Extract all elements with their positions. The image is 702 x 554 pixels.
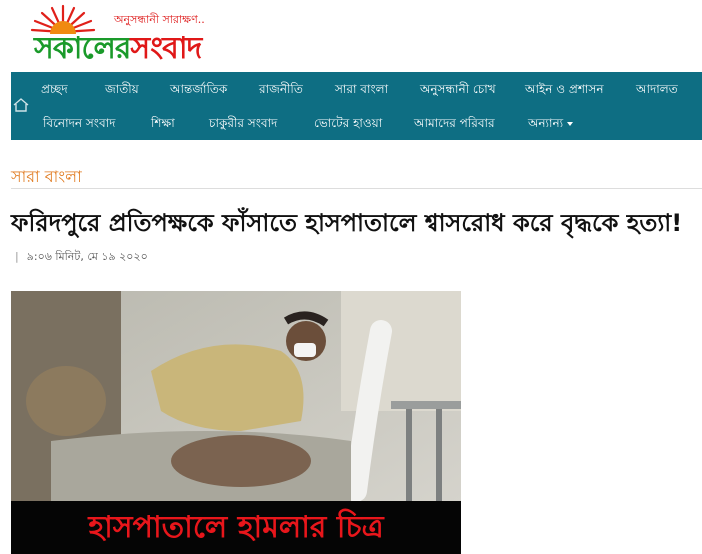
nav-item-court[interactable]: আদালত	[636, 72, 678, 106]
caret-down-icon	[567, 121, 574, 126]
site-name: সকালেরসংবাদ	[34, 24, 202, 75]
nav-item-others-label: অন্যান্য	[528, 116, 564, 130]
article-image[interactable]: হাসপাতালে হামলার চিত্র	[11, 291, 461, 554]
article-meta: | ৯:০৬ মিনিট, মে ১৯ ২০২০	[15, 248, 148, 267]
image-caption: হাসপাতালে হামলার চিত্র	[88, 510, 384, 545]
nav-item-family[interactable]: আমাদের পরিবার	[414, 106, 495, 140]
nav-item-election[interactable]: ভোটের হাওয়া	[314, 106, 382, 140]
nav-item-investigative[interactable]: অনুসন্ধানী চোখ	[420, 72, 496, 106]
main-nav: প্রচ্ছদ জাতীয় আন্তর্জাতিক রাজনীতি সারা …	[11, 72, 702, 140]
nav-item-home[interactable]: প্রচ্ছদ	[41, 72, 68, 106]
site-name-part1: সকালের	[34, 31, 131, 66]
nav-item-entertainment[interactable]: বিনোদন সংবাদ	[43, 106, 115, 140]
site-logo[interactable]: অনুসন্ধানী সারাক্ষণ.. সকালেরসংবাদ	[28, 2, 258, 66]
nav-item-law[interactable]: আইন ও প্রশাসন	[525, 72, 604, 106]
nav-item-others[interactable]: অন্যান্য	[528, 106, 574, 140]
nav-item-education[interactable]: শিক্ষা	[151, 106, 175, 140]
category-divider	[11, 188, 702, 189]
nav-item-national[interactable]: জাতীয়	[105, 72, 139, 106]
article-category[interactable]: সারা বাংলা	[11, 164, 82, 191]
nav-item-international[interactable]: আন্তর্জাতিক	[170, 72, 227, 106]
article-headline: ফরিদপুরে প্রতিপক্ষকে ফাঁসাতে হাসপাতালে শ…	[11, 209, 683, 237]
nav-row-2: বিনোদন সংবাদ শিক্ষা চাকুরীর সংবাদ ভোটের …	[11, 106, 702, 140]
site-name-part2: সংবাদ	[130, 31, 202, 66]
article-timestamp: ৯:০৬ মিনিট, মে ১৯ ২০২০	[26, 250, 148, 263]
meta-separator: |	[15, 250, 19, 263]
nav-item-politics[interactable]: রাজনীতি	[259, 72, 303, 106]
nav-item-jobs[interactable]: চাকুরীর সংবাদ	[209, 106, 277, 140]
nav-row-1: প্রচ্ছদ জাতীয় আন্তর্জাতিক রাজনীতি সারা …	[11, 72, 702, 106]
nav-item-country[interactable]: সারা বাংলা	[335, 72, 388, 106]
